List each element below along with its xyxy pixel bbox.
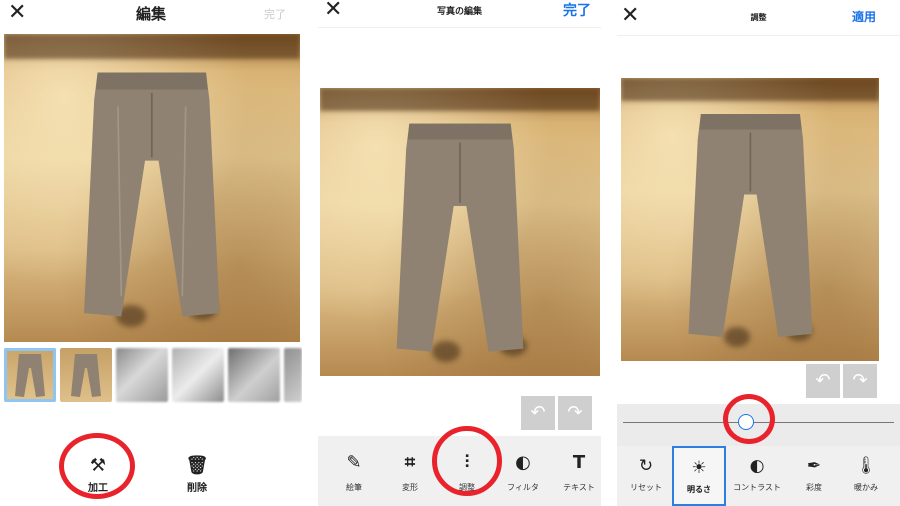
photo-edit-screen: ✕ 写真の編集 完了 ↶ ↷ ✎ 絵筆 ⌗ 変形 ⫶ 調整 ◐ フィルタ T テ…: [318, 0, 601, 506]
adjust-label: リセット: [630, 483, 662, 492]
top-bar: ✕ 編集 完了: [0, 0, 302, 30]
tool-brush[interactable]: ✎ 絵筆: [326, 436, 382, 506]
thermometer-icon: 🌡: [855, 456, 877, 476]
filter-icon: ◐: [515, 452, 531, 473]
redo-button[interactable]: ↷: [558, 396, 592, 430]
reset-icon: ↻: [638, 456, 654, 476]
dropper-icon: ✒: [806, 456, 822, 476]
adjust-label: コントラスト: [733, 483, 781, 492]
adjust-saturation[interactable]: ✒ 彩度: [789, 446, 839, 506]
page-title: 編集: [135, 5, 166, 23]
adjust-warmth[interactable]: 🌡 暖かみ: [841, 446, 891, 506]
photo-preview: [4, 34, 300, 342]
top-bar: ✕ 写真の編集 完了: [318, 0, 601, 30]
undo-icon: ↶: [815, 370, 831, 391]
done-button[interactable]: 完了: [264, 6, 286, 22]
crop-icon: ⌗: [404, 452, 416, 473]
thumbnail[interactable]: [116, 348, 168, 402]
adjust-brightness[interactable]: ☀ 明るさ: [672, 446, 726, 506]
magic-wand-icon: ⚒: [89, 455, 107, 476]
slider-handle[interactable]: [738, 414, 754, 430]
undo-button[interactable]: ↶: [521, 396, 555, 430]
text-icon: T: [572, 452, 586, 473]
top-bar: ✕ 調整 適用: [617, 0, 900, 30]
adjust-toolbar: ↻ リセット ☀ 明るさ ◐ コントラスト ✒ 彩度 🌡 暖かみ: [617, 446, 900, 506]
adjust-contrast[interactable]: ◐ コントラスト: [727, 446, 787, 506]
undo-button[interactable]: ↶: [806, 364, 840, 398]
undo-icon: ↶: [530, 402, 546, 423]
contrast-icon: ◐: [749, 456, 765, 476]
thumbnail[interactable]: [284, 348, 302, 402]
brush-icon: ✎: [346, 452, 362, 473]
redo-icon: ↷: [567, 402, 583, 423]
tool-label: フィルタ: [507, 483, 539, 492]
thumbnail[interactable]: [4, 348, 56, 402]
divider: [617, 35, 900, 36]
slider-track[interactable]: [623, 422, 894, 423]
pants-image: [688, 113, 812, 337]
sliders-icon: ⫶: [464, 452, 470, 473]
thumbnail[interactable]: [228, 348, 280, 402]
done-button[interactable]: 完了: [563, 0, 591, 20]
delete-label: 削除: [187, 483, 207, 494]
edit-toolbar: ✎ 絵筆 ⌗ 変形 ⫶ 調整 ◐ フィルタ T テキスト: [318, 436, 601, 506]
edit-screen: ✕ 編集 完了 ⚒ 加工 🗑 削除: [0, 0, 302, 506]
tool-label: テキスト: [563, 483, 595, 492]
tool-label: 絵筆: [346, 483, 362, 492]
photo-preview: [320, 88, 600, 376]
tool-transform[interactable]: ⌗ 変形: [382, 436, 438, 506]
tool-label: 変形: [402, 483, 418, 492]
trash-icon: 🗑: [185, 455, 209, 476]
tool-text[interactable]: T テキスト: [551, 436, 601, 506]
process-button[interactable]: ⚒ 加工: [78, 455, 118, 495]
thumbnail[interactable]: [60, 348, 112, 402]
tool-filter[interactable]: ◐ フィルタ: [495, 436, 551, 506]
tool-label: 調整: [459, 483, 475, 492]
adjust-label: 明るさ: [687, 485, 711, 494]
apply-button[interactable]: 適用: [852, 8, 876, 25]
page-title: 写真の編集: [436, 7, 482, 17]
redo-button[interactable]: ↷: [843, 364, 877, 398]
brightness-slider[interactable]: [617, 404, 900, 446]
thumbnail-strip: [0, 348, 302, 404]
adjust-reset[interactable]: ↻ リセット: [621, 446, 671, 506]
adjust-screen: ✕ 調整 適用 ↶ ↷ ↻ リセット ☀ 明るさ ◐ コントラスト ✒ 彩度 🌡…: [617, 0, 900, 506]
sun-icon: ☀: [691, 458, 707, 478]
pants-image: [84, 72, 220, 317]
adjust-label: 彩度: [806, 483, 822, 492]
delete-button[interactable]: 🗑 削除: [177, 455, 217, 495]
tool-adjust[interactable]: ⫶ 調整: [439, 436, 495, 506]
thumbnail[interactable]: [172, 348, 224, 402]
photo-preview: [621, 78, 879, 361]
process-label: 加工: [88, 483, 108, 494]
pants-image: [396, 123, 524, 352]
redo-icon: ↷: [852, 370, 868, 391]
adjust-label: 暖かみ: [854, 483, 878, 492]
divider: [318, 27, 601, 28]
